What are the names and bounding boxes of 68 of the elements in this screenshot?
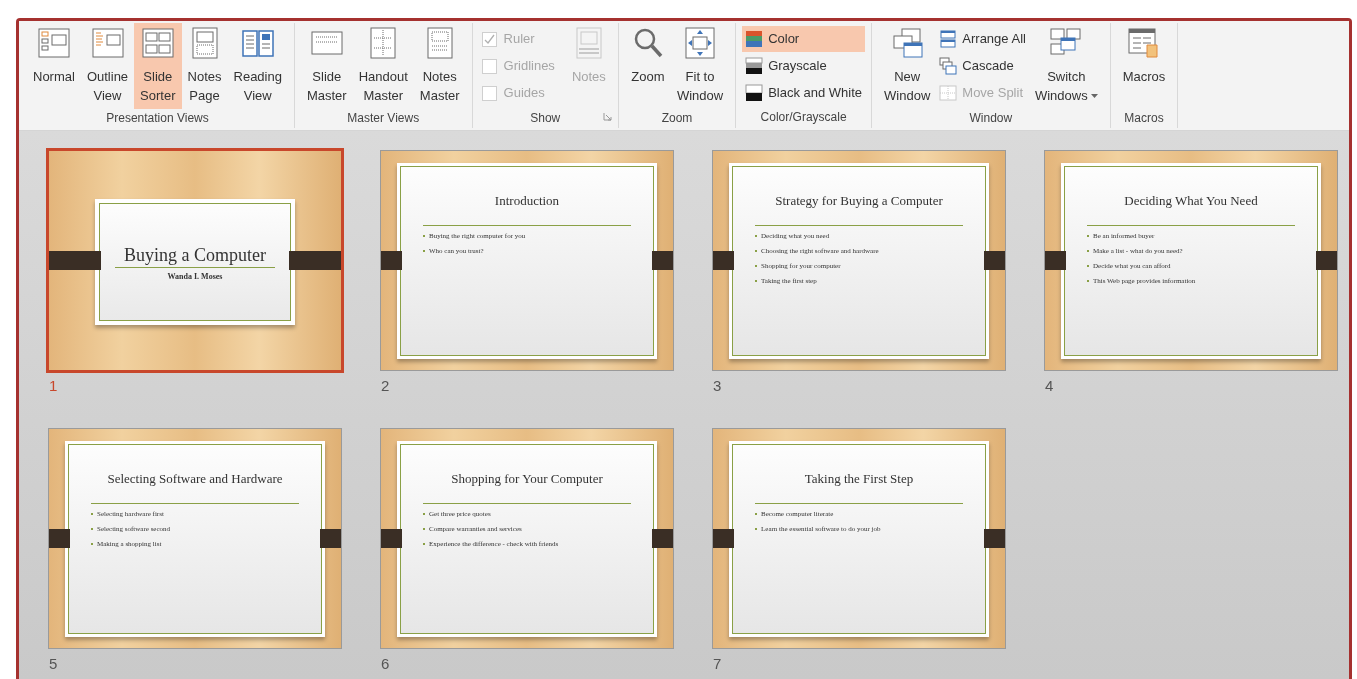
outline-view-icon (90, 26, 125, 60)
ribbon-button[interactable]: Black and White (742, 80, 866, 106)
slide-tab (381, 529, 402, 548)
ribbon-button[interactable]: Notes Master (413, 23, 466, 109)
ribbon-button[interactable]: Handout Master (352, 23, 414, 109)
ribbon-button[interactable]: Slide Sorter (134, 23, 182, 109)
slide-title: Shopping for Your Computer (451, 471, 603, 487)
new-window-icon (890, 26, 925, 60)
macros-icon (1126, 26, 1161, 60)
slide-number: 4 (1045, 376, 1054, 396)
slide-tab (713, 251, 734, 270)
slide-number: 2 (381, 376, 390, 396)
ribbon-button[interactable]: Fit to Window (670, 23, 730, 109)
ribbon-button[interactable]: Slide Master (300, 23, 353, 109)
slide-tab (49, 529, 70, 548)
slide-title: Strategy for Buying a Computer (775, 193, 943, 209)
slide-tab (984, 251, 1005, 270)
slide-thumbnail[interactable]: Buying a Computer Wanda I. Moses (49, 151, 341, 370)
ribbon-button[interactable]: Zoom (624, 23, 671, 109)
slide-tab (320, 529, 341, 548)
group-label: Master Views (347, 110, 420, 127)
slide-number: 5 (49, 654, 58, 674)
slide-sorter-icon (140, 26, 175, 60)
slide-tab (652, 529, 673, 548)
slide-tab (49, 251, 101, 270)
slide-title: Taking the First Step (804, 471, 914, 487)
ribbon-button[interactable]: Normal (27, 23, 81, 109)
group-label: Show (530, 110, 561, 127)
slide-number: 1 (49, 376, 58, 396)
ribbon-button[interactable]: Macros (1116, 23, 1172, 109)
slide-tab (984, 529, 1005, 548)
slide-title: Deciding What You Need (1124, 193, 1258, 209)
fit-to-window-icon (683, 26, 717, 60)
ribbon-button[interactable]: Switch Windows (1028, 23, 1104, 109)
monochrome-swatch-icon (745, 84, 764, 102)
arrange-all-icon (939, 30, 958, 48)
ribbon-button[interactable]: Outline View (80, 23, 135, 109)
slide-tab (289, 251, 341, 270)
ribbon-button[interactable]: Grayscale (742, 53, 866, 79)
slide-tab (652, 251, 673, 270)
ribbon-button[interactable]: New Window (878, 23, 937, 109)
ribbon-button[interactable]: Color (742, 26, 866, 52)
ribbon-button[interactable]: Notes Page (181, 23, 228, 109)
color-swatch-icon (745, 30, 764, 48)
slide-tab (1045, 251, 1066, 270)
slide-tab (713, 529, 734, 548)
ribbon-button[interactable]: Arrange All (936, 26, 1029, 52)
slide-number: 7 (713, 654, 722, 674)
slide-subtitle: Wanda I. Moses (167, 271, 223, 283)
move-split-icon (939, 84, 958, 102)
group-label: Zoom (661, 110, 693, 127)
normal-view-icon (36, 26, 71, 60)
dialog-launcher-button[interactable] (602, 112, 612, 121)
group-label: Window (969, 110, 1013, 127)
slide-tab (381, 251, 402, 270)
ribbon-button[interactable]: Reading View (227, 23, 288, 109)
slide-title: Buying a Computer (124, 244, 266, 266)
slide-tab (1316, 251, 1337, 270)
ribbon-button[interactable]: Cascade (936, 53, 1029, 79)
group-label: Macros (1124, 110, 1164, 127)
grayscale-swatch-icon (745, 57, 764, 75)
slide-number: 6 (381, 654, 390, 674)
slide-number: 3 (713, 376, 722, 396)
group-label: Presentation Views (106, 110, 209, 127)
group-label: Color/Grayscale (760, 109, 847, 126)
slide-title: Selecting Software and Hardware (107, 471, 283, 487)
slide-title: Introduction (494, 193, 560, 209)
cascade-icon (939, 57, 958, 75)
